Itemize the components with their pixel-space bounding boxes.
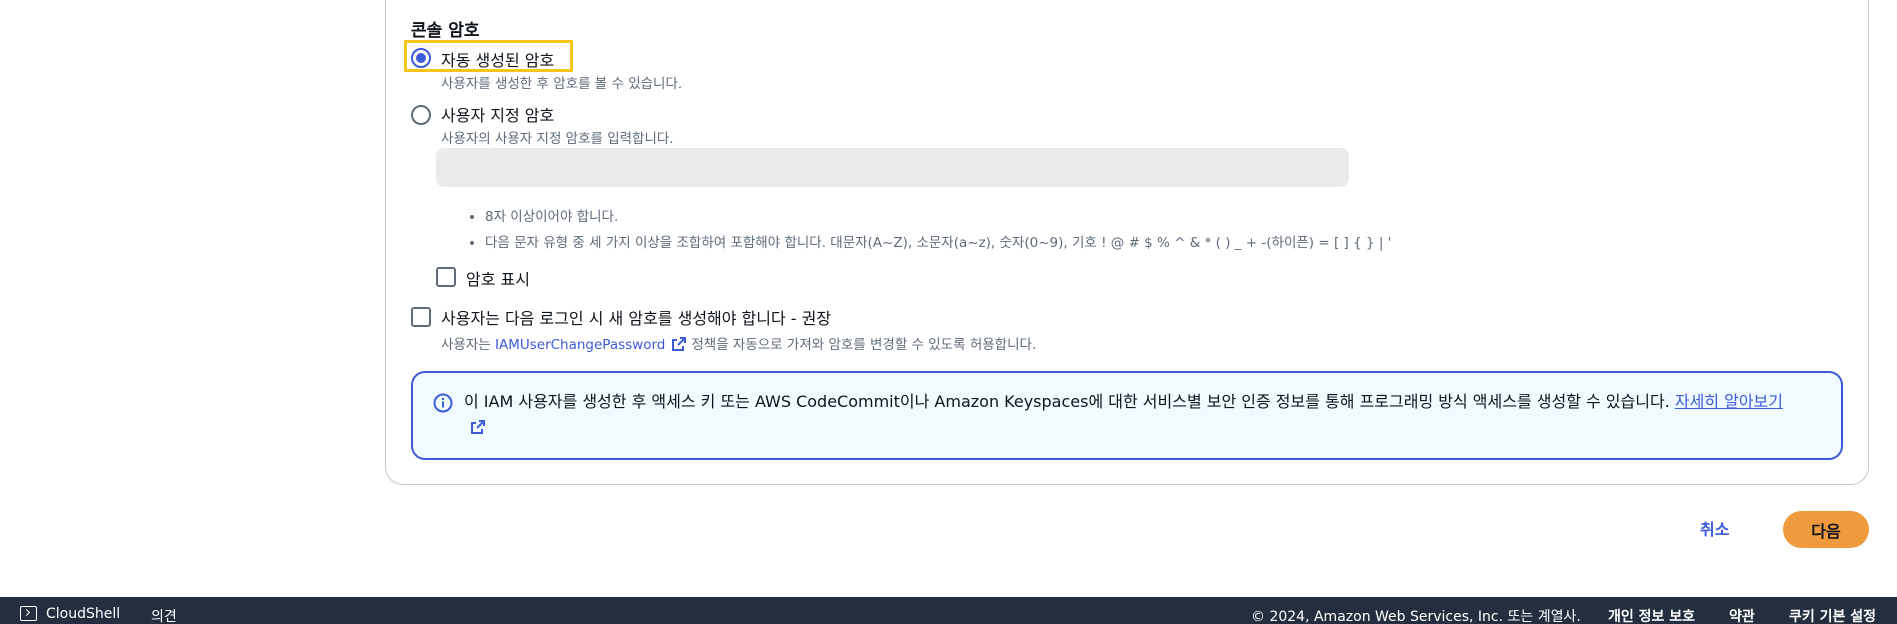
footer: CloudShell 의견 © 2024, Amazon Web Service… [0, 597, 1897, 624]
info-message: 이 IAM 사용자를 생성한 후 액세스 키 또는 AWS CodeCommit… [464, 392, 1670, 411]
terms-link[interactable]: 약관 [1729, 606, 1755, 624]
policy-link[interactable]: IAMUserChangePassword [495, 337, 665, 353]
external-link-icon [672, 337, 687, 351]
feedback-link[interactable]: 의견 [151, 606, 177, 624]
info-alert: 이 IAM 사용자를 생성한 후 액세스 키 또는 AWS CodeCommit… [411, 371, 1843, 460]
custom-password-label[interactable]: 사용자 지정 암호 [441, 102, 554, 126]
show-password-checkbox[interactable] [436, 267, 456, 287]
rule-item: 다음 문자 유형 중 세 가지 이상을 조합하여 포함해야 합니다. 대문자(A… [485, 231, 1391, 251]
info-icon [433, 393, 453, 413]
must-change-label[interactable]: 사용자는 다음 로그인 시 새 암호를 생성해야 합니다 - 권장 [441, 305, 831, 329]
must-change-checkbox[interactable] [411, 307, 431, 327]
learn-more-link[interactable]: 자세히 알아보기 [1675, 392, 1783, 411]
section-title: 콘솔 암호 [411, 21, 480, 41]
show-password-label[interactable]: 암호 표시 [466, 266, 530, 290]
custom-password-radio[interactable] [411, 105, 431, 125]
auto-password-radio[interactable] [411, 48, 431, 68]
rule-item: 8자 이상이어야 합니다. [485, 205, 1391, 225]
cloudshell-link[interactable]: CloudShell [46, 606, 120, 622]
auto-password-label[interactable]: 자동 생성된 암호 [441, 47, 554, 71]
copyright: © 2024, Amazon Web Services, Inc. 또는 계열사… [1251, 609, 1581, 624]
info-text: 이 IAM 사용자를 생성한 후 액세스 키 또는 AWS CodeCommit… [464, 389, 1804, 439]
next-button[interactable]: 다음 [1783, 511, 1869, 548]
external-link-icon [471, 420, 485, 434]
custom-password-input[interactable] [436, 148, 1349, 187]
cancel-button[interactable]: 취소 [1700, 513, 1729, 543]
password-rules: 8자 이상이어야 합니다. 다음 문자 유형 중 세 가지 이상을 조합하여 포… [465, 205, 1391, 257]
must-change-desc-suffix: 정책을 자동으로 가져와 암호를 변경할 수 있도록 허용합니다. [691, 337, 1037, 353]
must-change-desc: 사용자는 IAMUserChangePassword 정책을 자동으로 가져와 암… [441, 333, 1036, 353]
cookie-settings-link[interactable]: 쿠키 기본 설정 [1789, 606, 1876, 624]
privacy-link[interactable]: 개인 정보 보호 [1608, 606, 1695, 624]
custom-password-desc: 사용자의 사용자 지정 암호를 입력합니다. [441, 131, 674, 147]
auto-password-desc: 사용자를 생성한 후 암호를 볼 수 있습니다. [441, 76, 683, 92]
cloudshell-icon[interactable] [20, 606, 37, 621]
must-change-desc-prefix: 사용자는 [441, 337, 491, 353]
